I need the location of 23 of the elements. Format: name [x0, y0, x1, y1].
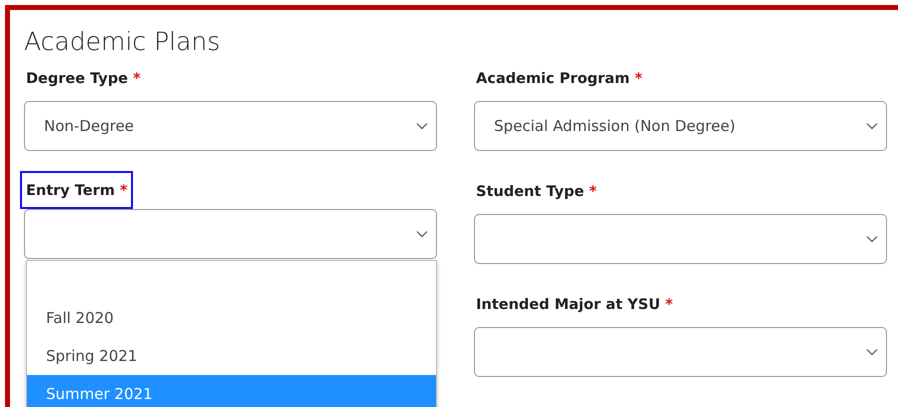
dropdown-field[interactable] [474, 214, 887, 264]
required-mark: * [665, 297, 673, 313]
chevron-down-icon [416, 230, 428, 238]
section-title: Academic Plans [24, 27, 220, 57]
field-label: Entry Term [26, 183, 115, 199]
required-mark: * [589, 184, 597, 200]
field-label: Academic Program [476, 71, 630, 87]
chevron-down-icon [866, 235, 878, 243]
dropdown-option[interactable]: Fall 2020 [27, 299, 436, 337]
dropdown-field[interactable] [474, 327, 887, 377]
chevron-down-icon [416, 122, 428, 130]
field-label: Degree Type [26, 71, 128, 87]
dropdown-field[interactable] [24, 209, 437, 259]
chevron-down-icon [866, 122, 878, 130]
field-label: Intended Major at YSU [476, 297, 660, 313]
dropdown-field[interactable]: Non-Degree [24, 101, 437, 151]
dropdown-field[interactable]: Special Admission (Non Degree) [474, 101, 887, 151]
required-mark: * [120, 183, 128, 199]
chevron-down-icon [866, 348, 878, 356]
field-label: Student Type [476, 184, 584, 200]
required-mark: * [132, 71, 141, 87]
required-mark: * [634, 71, 642, 87]
dropdown-option[interactable]: Spring 2021 [27, 337, 436, 375]
